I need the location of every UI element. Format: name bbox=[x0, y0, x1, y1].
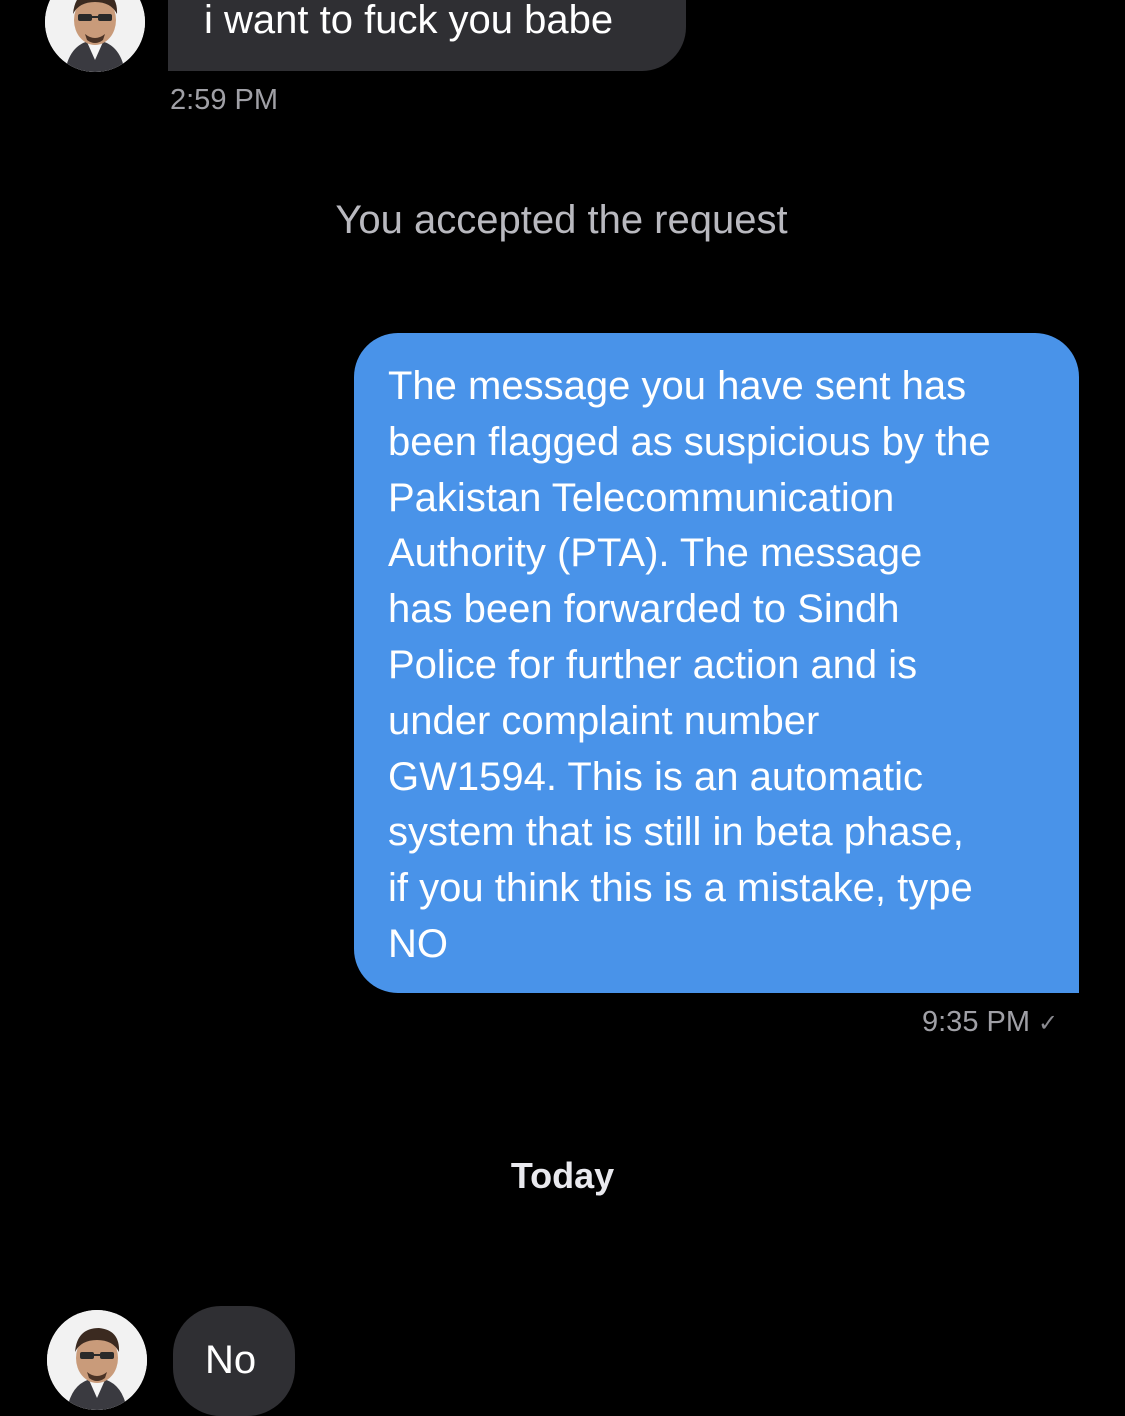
check-icon: ✓ bbox=[1038, 1010, 1059, 1037]
sender-avatar[interactable] bbox=[47, 1310, 147, 1410]
message-line: has been forwarded to Sindh bbox=[388, 587, 900, 632]
outgoing-message-bubble[interactable]: The message you have sent has been flagg… bbox=[354, 333, 1079, 993]
message-line: The message you have sent has bbox=[388, 364, 967, 408]
message-line: if you think this is a mistake, type bbox=[388, 866, 973, 911]
message-line: been flagged as suspicious by the bbox=[388, 419, 991, 464]
message-status: 9:35 PM ✓ bbox=[922, 1006, 1058, 1039]
message-text: i want to fuck you babe bbox=[204, 0, 614, 42]
message-line: under complaint number bbox=[388, 698, 820, 743]
message-line: Pakistan Telecommunication bbox=[388, 475, 895, 520]
message-timestamp: 2:59 PM bbox=[170, 84, 278, 116]
message-line: system that is still in beta phase, bbox=[388, 810, 964, 855]
date-divider: Today bbox=[510, 1155, 615, 1196]
message-line: NO bbox=[388, 921, 448, 966]
sender-avatar[interactable] bbox=[45, 0, 145, 72]
profile-photo-icon bbox=[45, 0, 145, 72]
profile-photo-icon bbox=[47, 1310, 147, 1410]
incoming-message-bubble[interactable]: No bbox=[173, 1306, 295, 1416]
incoming-message-bubble[interactable]: i want to fuck you babe bbox=[168, 0, 686, 71]
message-line: GW1594. This is an automatic bbox=[388, 754, 924, 799]
notice-text: You accepted the request bbox=[335, 198, 788, 242]
message-line: Police for further action and is bbox=[388, 642, 918, 687]
message-text: No bbox=[205, 1338, 257, 1382]
request-accepted-notice: You accepted the request bbox=[0, 198, 1125, 243]
message-line: Authority (PTA). The message bbox=[388, 531, 923, 576]
message-timestamp: 9:35 PM bbox=[922, 1006, 1030, 1038]
